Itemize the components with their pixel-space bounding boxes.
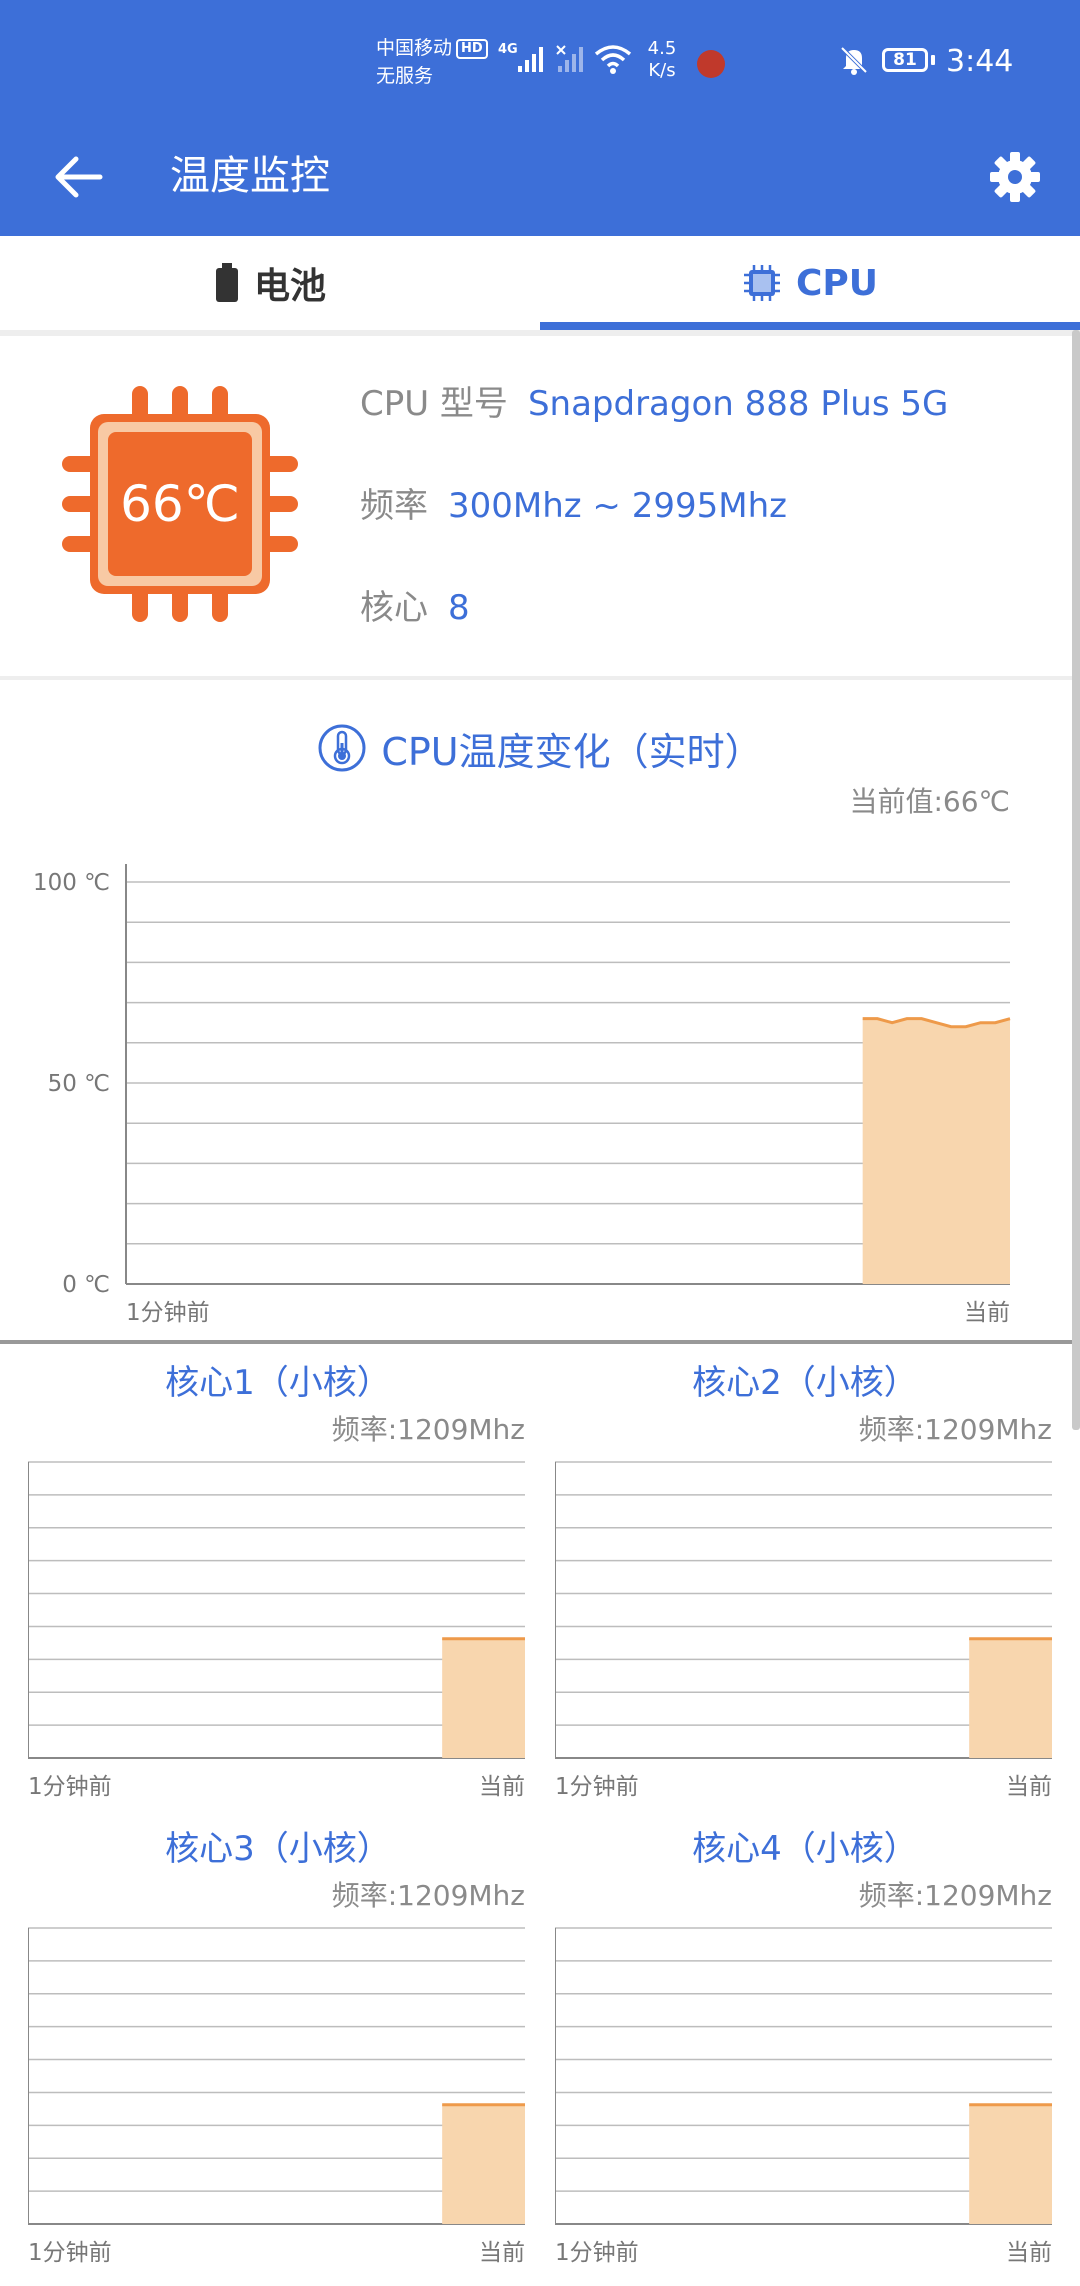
x-tick-label: 1分钟前 xyxy=(28,1774,112,1800)
core-title: 核心1（小核） xyxy=(165,1363,391,1403)
cpu-frequency-value: 300Mhz ~ 2995Mhz xyxy=(448,486,787,526)
wifi-icon xyxy=(594,45,632,74)
tab-cpu-label: CPU xyxy=(795,262,879,304)
tab-cpu[interactable]: CPU xyxy=(540,236,1080,330)
divider xyxy=(0,1340,1080,1344)
core-4-panel: 核心4（小核） 频率:1209Mhz 1分钟前 当前 xyxy=(555,1826,1075,2286)
y-tick-label: 100 ℃ xyxy=(33,870,110,896)
signal-no-service-icon xyxy=(556,45,583,72)
x-tick-label: 当前 xyxy=(1006,1774,1052,1800)
core-3-chart: 1分钟前 当前 xyxy=(28,1927,525,2266)
y-tick-label: 50 ℃ xyxy=(48,1071,110,1097)
notification-app-icon xyxy=(697,50,725,78)
core-title: 核心2（小核） xyxy=(692,1363,918,1403)
service-status: 无服务 xyxy=(376,65,434,87)
cpu-model-value: Snapdragon 888 Plus 5G xyxy=(527,384,949,424)
divider xyxy=(0,676,1072,680)
x-tick-label: 当前 xyxy=(479,1774,525,1800)
network-type: 4G xyxy=(498,42,518,57)
core-title: 核心4（小核） xyxy=(692,1829,918,1869)
main-chart-title: CPU温度变化（实时） xyxy=(381,729,763,774)
page-title: 温度监控 xyxy=(170,153,330,199)
x-tick-label: 1分钟前 xyxy=(555,1774,639,1800)
cpu-temperature-chip: 66℃ xyxy=(62,386,298,622)
cpu-cores-label: 核心 xyxy=(360,588,428,628)
core-frequency: 频率:1209Mhz xyxy=(331,1413,525,1446)
series-area xyxy=(442,2104,525,2224)
toolbar: 温度监控 xyxy=(0,118,1080,236)
battery-tip xyxy=(931,55,935,65)
core-1-panel: 核心1（小核） 频率:1209Mhz 1分钟前 当前 xyxy=(28,1360,548,1820)
cpu-frequency-label: 频率 xyxy=(360,486,428,526)
x-tick-label: 当前 xyxy=(1006,2240,1052,2266)
core-frequency: 频率:1209Mhz xyxy=(858,1879,1052,1912)
hd-badge: HD xyxy=(456,39,488,59)
network-speed: 4.5 K/s xyxy=(640,38,684,82)
y-tick-label: 0 ℃ xyxy=(62,1272,110,1298)
settings-button[interactable] xyxy=(980,142,1050,212)
tab-bar: 电池 CPU xyxy=(0,236,1080,330)
x-tick-label: 当前 xyxy=(479,2240,525,2266)
series-area xyxy=(442,1638,525,1758)
tab-indicator xyxy=(540,322,1080,330)
bell-muted-icon xyxy=(840,46,868,75)
core-frequency: 频率:1209Mhz xyxy=(331,1879,525,1912)
speed-unit: K/s xyxy=(648,60,676,81)
battery-icon xyxy=(215,263,238,302)
tab-battery[interactable]: 电池 xyxy=(0,236,540,330)
cpu-temperature-value: 66℃ xyxy=(120,475,240,533)
back-button[interactable] xyxy=(44,142,114,212)
battery-indicator: 81 xyxy=(882,48,928,72)
x-tick-label: 1分钟前 xyxy=(555,2240,639,2266)
thermometer-icon xyxy=(318,724,366,772)
core-2-panel: 核心2（小核） 频率:1209Mhz 1分钟前 当前 xyxy=(555,1360,1075,1820)
cpu-model-label: CPU 型号 xyxy=(360,384,508,424)
status-bar: 中国移动 HD 无服务 4G 4.5 K/s 81 3:44 xyxy=(0,0,1080,118)
clock: 3:44 xyxy=(946,44,1014,79)
x-tick-label: 1分钟前 xyxy=(28,2240,112,2266)
cpu-chip-icon xyxy=(743,265,780,301)
tab-battery-label: 电池 xyxy=(253,266,326,307)
core-2-chart: 1分钟前 当前 xyxy=(555,1461,1052,1800)
series-area xyxy=(862,1018,1010,1284)
series-area xyxy=(969,1638,1052,1758)
signal-icon xyxy=(518,47,543,72)
cpu-model-row: CPU 型号 Snapdragon 888 Plus 5G xyxy=(360,382,948,426)
core-3-panel: 核心3（小核） 频率:1209Mhz 1分钟前 当前 xyxy=(28,1826,548,2286)
scrollbar[interactable] xyxy=(1072,330,1080,1430)
carrier-info: 中国移动 HD 无服务 xyxy=(376,34,488,90)
cpu-frequency-row: 频率 300Mhz ~ 2995Mhz xyxy=(360,484,787,528)
gear-icon xyxy=(990,152,1040,202)
app-header: 中国移动 HD 无服务 4G 4.5 K/s 81 3:44 温度监控 xyxy=(0,0,1080,236)
core-4-chart: 1分钟前 当前 xyxy=(555,1927,1052,2266)
core-1-chart: 1分钟前 当前 xyxy=(28,1461,525,1800)
cpu-temperature-chart: 1分钟前 当前 100 ℃ 50 ℃ 0 ℃ xyxy=(33,864,1011,1326)
arrow-left-icon xyxy=(55,156,103,198)
cpu-cores-value: 8 xyxy=(448,588,470,628)
core-title: 核心3（小核） xyxy=(165,1829,391,1869)
core-frequency: 频率:1209Mhz xyxy=(858,1413,1052,1446)
carrier-name: 中国移动 xyxy=(376,37,453,59)
series-area xyxy=(969,2104,1052,2224)
x-tick-label: 当前 xyxy=(964,1300,1010,1326)
cpu-info-card: 66℃ CPU 型号 Snapdragon 888 Plus 5G 频率 300Mh… xyxy=(0,336,1072,676)
speed-value: 4.5 xyxy=(647,38,677,59)
current-temperature-label: 当前值:66℃ xyxy=(849,785,1010,818)
cpu-cores-row: 核心 8 xyxy=(360,586,470,630)
main-chart-header: CPU温度变化（实时） xyxy=(0,718,1080,778)
x-tick-label: 1分钟前 xyxy=(126,1300,210,1326)
